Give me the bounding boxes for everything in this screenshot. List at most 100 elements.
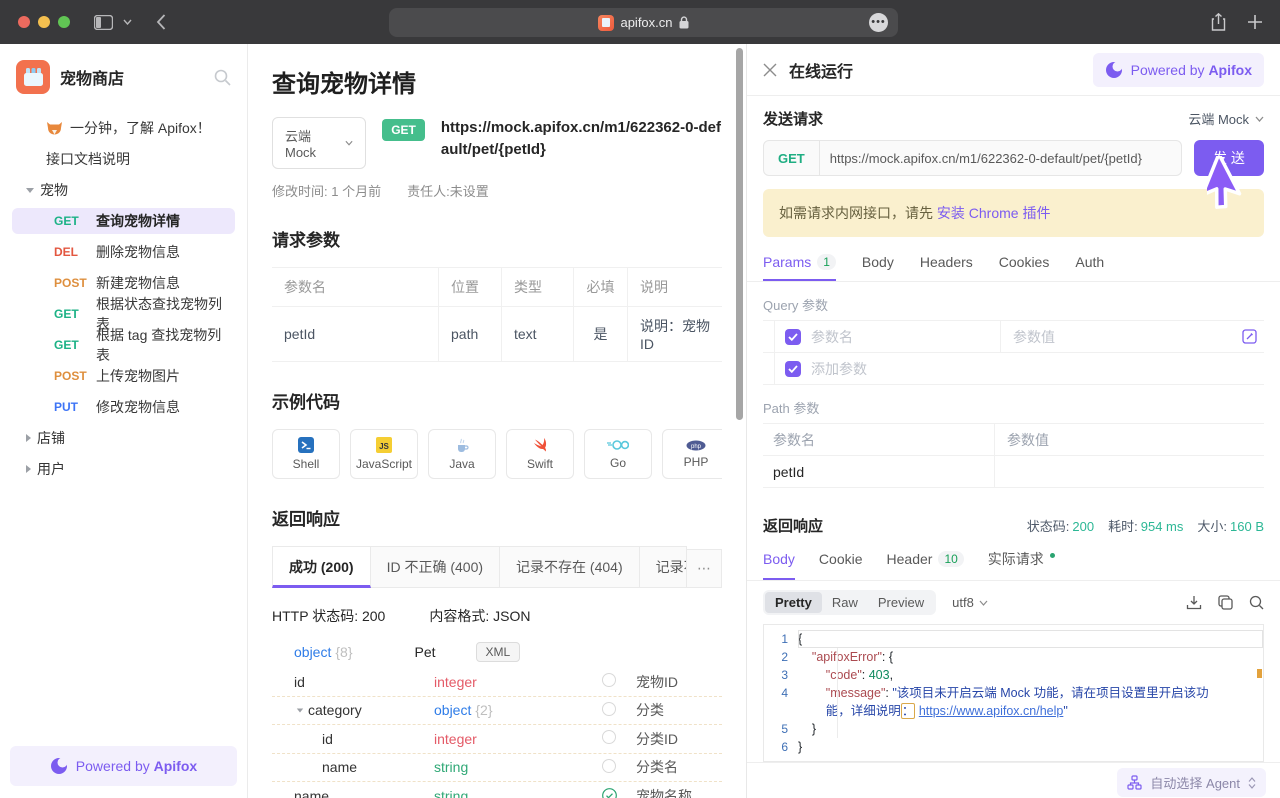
sidebar-group-shop[interactable]: 店铺: [12, 425, 235, 451]
agent-selector[interactable]: 自动选择 Agent: [1117, 768, 1266, 797]
search-icon[interactable]: [214, 69, 231, 86]
caret-down-icon[interactable]: [292, 708, 308, 713]
checkbox-checked[interactable]: [785, 329, 801, 345]
go-icon: [607, 438, 629, 452]
edit-icon[interactable]: [1234, 329, 1264, 344]
page-title: 查询宠物详情: [272, 64, 722, 99]
tab-cookies[interactable]: Cookies: [999, 243, 1050, 281]
sidebar-group-pet[interactable]: 宠物: [12, 177, 235, 203]
schema-row-category-name[interactable]: name string 分类名: [272, 754, 722, 783]
tab-actual-request[interactable]: 实际请求: [988, 538, 1055, 580]
tab-auth[interactable]: Auth: [1075, 243, 1104, 281]
lang-card-swift[interactable]: Swift: [506, 429, 574, 479]
param-name-input[interactable]: 参数名: [811, 321, 1001, 352]
caret-right-icon: [26, 465, 31, 473]
tab-success-200[interactable]: 成功 (200): [272, 546, 371, 588]
sidebar-endpoint-get-pet-detail[interactable]: GET 查询宠物详情: [12, 208, 235, 234]
sidebar-endpoint-update-pet[interactable]: PUT 修改宠物信息: [12, 394, 235, 420]
path-col-value: 参数值: [995, 430, 1264, 450]
checkbox-checked[interactable]: [785, 361, 801, 377]
sidebar-endpoint-delete-pet[interactable]: DEL 删除宠物信息: [12, 239, 235, 265]
address-url: apifox.cn: [620, 15, 672, 30]
content-format: 内容格式: JSON: [429, 606, 530, 626]
network-icon: [1127, 775, 1142, 790]
download-icon[interactable]: [1186, 595, 1202, 611]
mock-env-select[interactable]: 云端 Mock: [1188, 109, 1264, 128]
view-mode-segmented: Pretty Raw Preview: [763, 590, 936, 615]
pretty-button[interactable]: Pretty: [765, 592, 822, 613]
tab-params[interactable]: Params 1: [763, 243, 836, 281]
zoom-window-button[interactable]: [58, 16, 70, 28]
add-param-input[interactable]: 添加参数: [811, 353, 1001, 384]
apifox-moon-icon: [1105, 61, 1123, 79]
window-controls: [18, 16, 70, 28]
schema-row-category[interactable]: category object{2} 分类: [272, 697, 722, 726]
section-response: 返回响应: [272, 505, 722, 530]
response-size: 大小:160 B: [1197, 516, 1264, 535]
powered-by-apifox-link[interactable]: Powered by Apifox: [10, 746, 237, 786]
tab-bad-id-400[interactable]: ID 不正确 (400): [371, 546, 500, 588]
new-tab-icon[interactable]: [1248, 15, 1262, 29]
reader-options-button[interactable]: •••: [869, 13, 888, 32]
dot-indicator: [1050, 553, 1055, 558]
xml-toggle[interactable]: XML: [476, 642, 521, 662]
scrollbar-thumb[interactable]: [736, 48, 743, 420]
lang-card-php[interactable]: php PHP: [662, 429, 722, 479]
lang-card-java[interactable]: Java: [428, 429, 496, 479]
back-button[interactable]: [156, 14, 166, 30]
search-icon[interactable]: [1249, 595, 1264, 610]
sidebar-chevron-down-icon[interactable]: [123, 19, 132, 25]
status-code: 状态码:200: [1027, 516, 1094, 535]
sidebar-group-user[interactable]: 用户: [12, 456, 235, 482]
more-tabs-button[interactable]: ⋯: [687, 549, 722, 588]
param-value-input[interactable]: 参数值: [1001, 327, 1234, 347]
sidebar-endpoint-create-pet[interactable]: POST 新建宠物信息: [12, 270, 235, 296]
schema-row-id[interactable]: id integer 宠物ID: [272, 668, 722, 697]
mock-env-select[interactable]: 云端 Mock: [272, 117, 366, 169]
php-icon: php: [686, 440, 706, 451]
code-line: 5 }: [764, 720, 1263, 738]
tab-resp-body[interactable]: Body: [763, 538, 795, 580]
lang-card-go[interactable]: Go: [584, 429, 652, 479]
close-icon[interactable]: [763, 63, 777, 77]
required-check-icon: [602, 788, 617, 798]
tab-body[interactable]: Body: [862, 243, 894, 281]
send-button[interactable]: 发 送: [1194, 140, 1264, 176]
response-body-editor[interactable]: 1 { 2 "apifoxError": { 3 "code": 403, 4 …: [763, 624, 1264, 762]
response-view-tabs: Body Cookie Header 10 实际请求: [747, 538, 1280, 581]
powered-by-apifox-link[interactable]: Powered by Apifox: [1093, 53, 1264, 87]
share-icon[interactable]: [1211, 13, 1226, 31]
run-panel: 在线运行 Powered by Apifox 发送请求 云端 Mock GET: [746, 44, 1280, 798]
help-link[interactable]: https://www.apifox.cn/help: [919, 704, 1064, 718]
raw-button[interactable]: Raw: [822, 592, 868, 613]
address-bar[interactable]: apifox.cn •••: [389, 8, 898, 37]
schema-row-category-id[interactable]: id integer 分类ID: [272, 725, 722, 754]
sidebar-endpoint-find-by-status[interactable]: GET 根据状态查找宠物列表: [12, 301, 235, 327]
schema-row-name[interactable]: name string 宠物名称: [272, 782, 722, 798]
close-window-button[interactable]: [18, 16, 30, 28]
request-params-table: 参数名 位置 类型 必填 说明 petId path text 是 说明：宠物 …: [272, 267, 722, 362]
path-params-label: Path 参数: [747, 385, 1280, 423]
preview-button[interactable]: Preview: [868, 592, 934, 613]
encoding-select[interactable]: utf8: [952, 595, 988, 610]
sidebar-item-intro[interactable]: 一分钟，了解 Apifox！: [12, 115, 235, 141]
lock-icon: [679, 16, 689, 29]
request-url-input[interactable]: https://mock.apifox.cn/m1/622362-0-defau…: [820, 141, 1181, 175]
tab-resp-cookie[interactable]: Cookie: [819, 538, 863, 580]
lang-card-shell[interactable]: Shell: [272, 429, 340, 479]
sidebar-endpoint-find-by-tag[interactable]: GET 根据 tag 查找宠物列表: [12, 332, 235, 358]
code-line-wrap: 能，详细说明： https://www.apifox.cn/help": [764, 702, 1263, 720]
tab-headers[interactable]: Headers: [920, 243, 973, 281]
tab-not-found-2[interactable]: 记录不存在 (: [640, 546, 687, 588]
install-chrome-plugin-link[interactable]: 安装 Chrome 插件: [937, 205, 1051, 221]
sidebar-toggle-icon[interactable]: [94, 15, 113, 30]
lang-card-javascript[interactable]: JS JavaScript: [350, 429, 418, 479]
copy-icon[interactable]: [1218, 595, 1233, 610]
tab-not-found-404[interactable]: 记录不存在 (404): [500, 546, 640, 588]
tab-resp-header[interactable]: Header 10: [887, 538, 964, 580]
java-icon: [454, 437, 470, 453]
sidebar-item-doc-note[interactable]: 接口文档说明: [12, 146, 235, 172]
sidebar-endpoint-upload-image[interactable]: POST 上传宠物图片: [12, 363, 235, 389]
minimize-window-button[interactable]: [38, 16, 50, 28]
schema-tree: id integer 宠物ID category object{2} 分类 id…: [272, 668, 722, 798]
